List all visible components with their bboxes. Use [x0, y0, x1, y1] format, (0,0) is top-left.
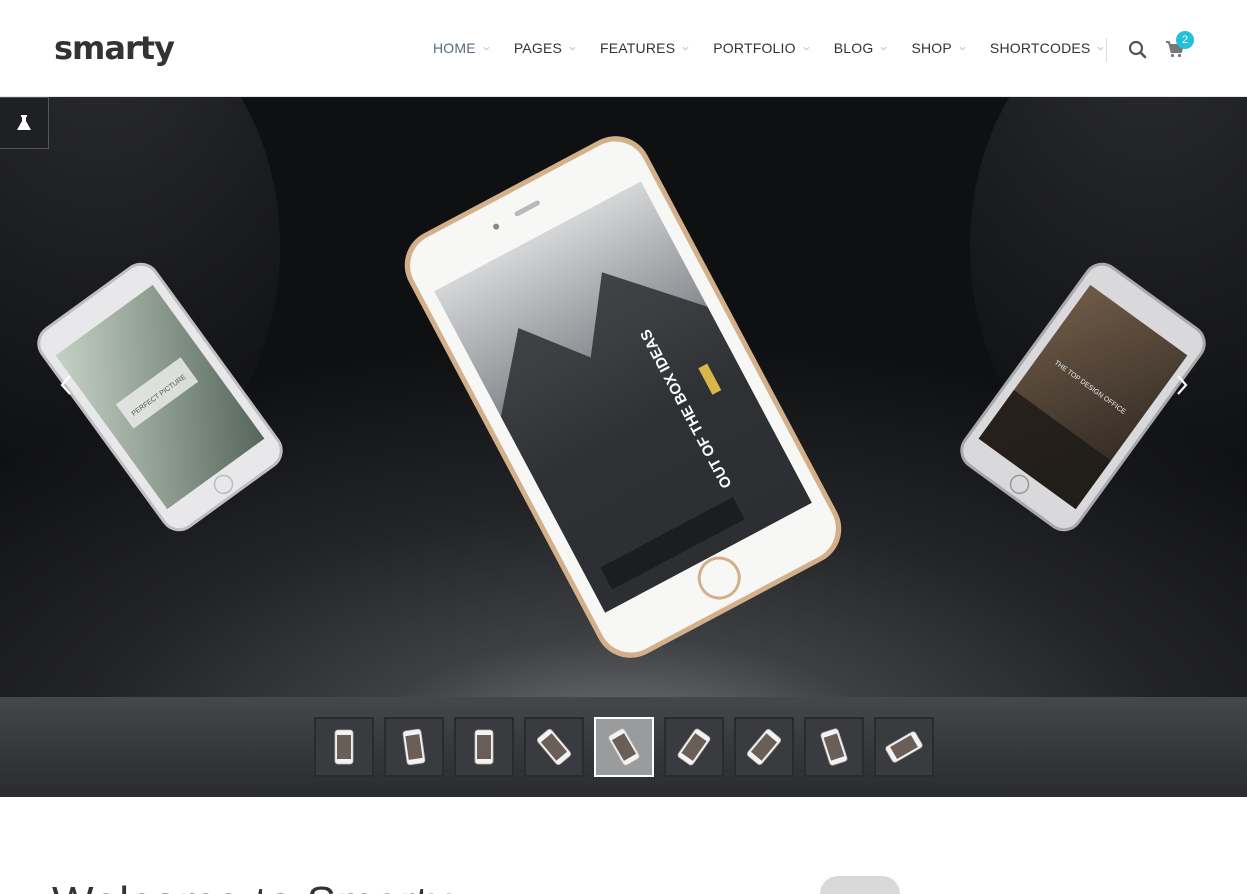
- phone-thumbnail-icon: [537, 729, 571, 765]
- nav-label: BLOG: [833, 40, 874, 56]
- nav-item-portfolio[interactable]: PORTFOLIO: [701, 36, 821, 60]
- slider-thumbnail[interactable]: [454, 717, 514, 777]
- chevron-left-icon: [60, 375, 71, 395]
- slider-thumbnail[interactable]: [874, 717, 934, 777]
- nav-label: HOME: [433, 40, 476, 56]
- welcome-heading: Welcome to Smarty: [52, 878, 452, 894]
- thumbnail-strip: [0, 697, 1247, 797]
- nav-label: PAGES: [513, 40, 563, 56]
- section-image-peek: [820, 876, 900, 894]
- phone-thumbnail-icon: [677, 728, 711, 766]
- slider-thumbnail[interactable]: [594, 717, 654, 777]
- slider-thumbnail[interactable]: [384, 717, 444, 777]
- style-switcher-button[interactable]: [0, 97, 49, 149]
- cart-count-badge: 2: [1176, 31, 1194, 49]
- slider-thumbnail[interactable]: [734, 717, 794, 777]
- phone-thumbnail-icon: [747, 729, 781, 765]
- slider-thumbnail[interactable]: [524, 717, 584, 777]
- slider-thumbnail[interactable]: [804, 717, 864, 777]
- search-icon: [1128, 40, 1147, 59]
- slide-artwork: PERFECT PICTURE THE TOP DESIGN OFFICE OU…: [0, 97, 1247, 658]
- search-button[interactable]: [1126, 38, 1148, 60]
- nav-label: SHORTCODES: [989, 40, 1091, 56]
- nav-label: SHOP: [911, 40, 952, 56]
- slider-next-button[interactable]: [1160, 355, 1204, 415]
- chevron-down-icon: [569, 46, 576, 51]
- chevron-down-icon: [483, 46, 490, 51]
- nav-label: PORTFOLIO: [713, 40, 796, 56]
- chevron-down-icon: [803, 46, 810, 51]
- hero-slider: PERFECT PICTURE THE TOP DESIGN OFFICE OU…: [0, 97, 1247, 797]
- nav-label: FEATURES: [600, 40, 676, 56]
- nav-item-home[interactable]: HOME: [421, 36, 502, 60]
- phone-thumbnail-icon: [885, 731, 923, 763]
- phone-thumbnail-icon: [820, 728, 848, 766]
- phone-thumbnail-icon: [608, 728, 640, 766]
- chevron-right-icon: [1177, 375, 1188, 395]
- phone-thumbnail-icon: [402, 728, 426, 766]
- nav-item-pages[interactable]: PAGES: [502, 36, 588, 60]
- phone-thumbnail-icon: [474, 729, 494, 765]
- slider-thumbnail[interactable]: [314, 717, 374, 777]
- nav-item-blog[interactable]: BLOG: [822, 36, 900, 60]
- main-phone: OUT OF THE BOX IDEAS: [404, 136, 842, 658]
- thumbnail-list: [314, 717, 944, 777]
- chevron-down-icon: [880, 46, 887, 51]
- chevron-down-icon: [682, 46, 689, 51]
- site-logo[interactable]: smarty: [54, 28, 175, 68]
- flask-icon: [17, 115, 31, 130]
- nav-item-features[interactable]: FEATURES: [588, 36, 701, 60]
- nav-divider: [1106, 38, 1107, 62]
- chevron-down-icon: [959, 46, 966, 51]
- nav-item-shortcodes[interactable]: SHORTCODES: [978, 36, 1117, 60]
- nav-item-shop[interactable]: SHOP: [899, 36, 977, 60]
- slider-prev-button[interactable]: [44, 355, 88, 415]
- chevron-down-icon: [1097, 46, 1104, 51]
- site-header: smarty HOME PAGES FEATURES PORTFOLIO BLO…: [0, 0, 1247, 97]
- main-nav: HOME PAGES FEATURES PORTFOLIO BLOG SHOP …: [421, 36, 1116, 60]
- phone-thumbnail-icon: [334, 729, 354, 765]
- slider-thumbnail[interactable]: [664, 717, 724, 777]
